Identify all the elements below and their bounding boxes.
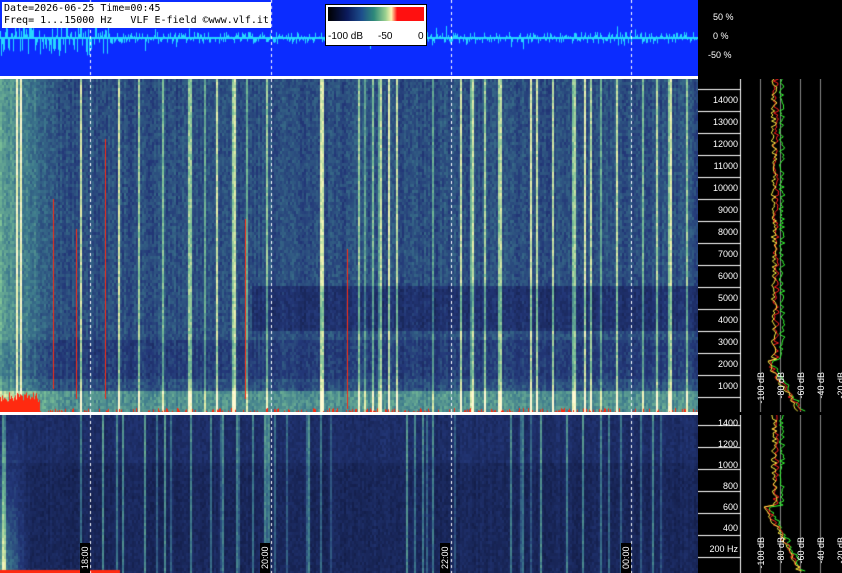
upper-freq-tick: 8000 — [717, 227, 738, 237]
color-scale-legend: -100 dB -50 0 — [325, 4, 427, 46]
waveform-label-zero: 0 % — [713, 31, 729, 41]
lower-freq-tick: 400 — [722, 523, 738, 533]
upper-freq-tick: 14000 — [712, 95, 738, 105]
db-axis-label: -20 dB — [836, 372, 842, 399]
db-axis-label: -100 dB — [756, 372, 766, 404]
time-label-0000: 00:00 — [621, 543, 631, 573]
lower-spectrogram — [0, 415, 698, 573]
waveform-label-minus50: -50 % — [708, 50, 732, 60]
time-label-2200: 22:00 — [440, 543, 450, 573]
lower-freq-tick: 200 Hz — [709, 544, 738, 554]
lower-freq-tick: 800 — [722, 481, 738, 491]
db-axis-label: -60 dB — [796, 372, 806, 399]
lower-freq-tick: 600 — [722, 502, 738, 512]
color-scale-bar — [328, 7, 424, 21]
upper-freq-tick: 5000 — [717, 293, 738, 303]
time-label-2000: 20:00 — [260, 543, 270, 573]
upper-freq-tick: 10000 — [712, 183, 738, 193]
db-axis-label: -100 dB — [756, 537, 766, 569]
db-axis-label: -20 dB — [836, 537, 842, 564]
upper-freq-tick: 9000 — [717, 205, 738, 215]
db-axis-label: -40 dB — [816, 537, 826, 564]
upper-freq-tick: 3000 — [717, 337, 738, 347]
vlf-spectrogram-view: Date=2026-06-25 Time=00:45 Freq= 1...150… — [0, 0, 842, 573]
upper-freq-tick: 4000 — [717, 315, 738, 325]
lower-freq-tick: 1400 — [717, 418, 738, 428]
upper-freq-tick: 6000 — [717, 271, 738, 281]
upper-freq-tick: 13000 — [712, 117, 738, 127]
upper-freq-tick: 1000 — [717, 381, 738, 391]
time-label-1800: 18:00 — [80, 543, 90, 573]
lower-freq-tick: 1200 — [717, 439, 738, 449]
db-axis-label: -40 dB — [816, 372, 826, 399]
info-box: Date=2026-06-25 Time=00:45 Freq= 1...150… — [2, 2, 271, 28]
legend-mid-label: -50 — [378, 31, 393, 42]
upper-spectrogram — [0, 79, 698, 412]
upper-freq-tick: 7000 — [717, 249, 738, 259]
db-axis-label: -60 dB — [796, 537, 806, 564]
upper-freq-tick: 12000 — [712, 139, 738, 149]
waveform-label-plus50: 50 % — [713, 12, 734, 22]
db-axis-label: -80 dB — [776, 372, 786, 399]
legend-max-label: 0 — [418, 31, 424, 42]
legend-min-label: -100 dB — [328, 31, 364, 42]
date-time-text: Date=2026-06-25 Time=00:45 — [4, 3, 161, 14]
upper-freq-tick: 11000 — [713, 161, 738, 171]
upper-freq-tick: 2000 — [717, 359, 738, 369]
lower-freq-tick: 1000 — [717, 460, 738, 470]
freq-range-text: Freq= 1...15000 Hz VLF E-field ©www.vlf.… — [4, 15, 269, 26]
db-axis-label: -80 dB — [776, 537, 786, 564]
